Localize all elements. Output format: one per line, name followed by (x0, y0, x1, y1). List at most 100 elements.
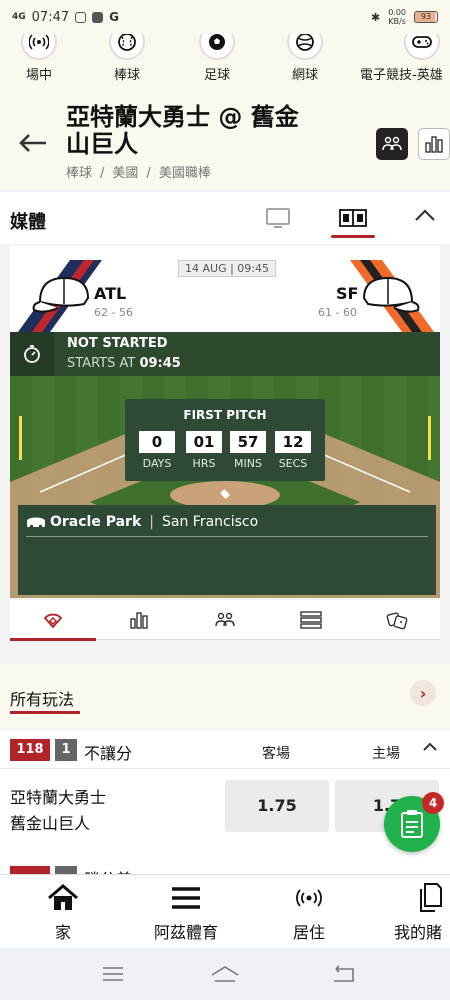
tab-stats[interactable] (96, 608, 182, 632)
chevron-up-icon (423, 742, 437, 751)
stats-button[interactable] (418, 128, 450, 160)
tab-tv[interactable] (256, 202, 300, 234)
tab-lineup[interactable] (182, 608, 268, 632)
away-team-record: 62 - 56 (94, 306, 133, 319)
home-system-button[interactable] (205, 962, 245, 986)
breadcrumb-country[interactable]: 美國 (112, 166, 138, 181)
betslip-count-badge: 4 (422, 792, 444, 814)
tab-field[interactable] (10, 608, 96, 641)
screen-record-icon (75, 11, 87, 23)
home-outline-icon (211, 966, 239, 982)
match-teams: 14 AUG | 09:45 ATL 62 - 56 SF 61 - 60 (10, 246, 440, 332)
baseball-icon (109, 34, 145, 60)
gamepad-icon (404, 34, 440, 60)
sport-tennis[interactable]: 網球 (260, 34, 350, 83)
venue-info: Oracle Park | San Francisco (50, 514, 259, 530)
game-status: NOT STARTED (67, 336, 168, 351)
network-speed: 0.00 KB/s (388, 8, 406, 26)
field-visual: NOT STARTED STARTS AT 09:45 FIRST PITCH … (10, 332, 440, 598)
youtube-icon (92, 11, 104, 23)
recents-icon (103, 967, 123, 981)
next-market-name: 勝分差 (84, 866, 132, 874)
clock: 07:47 (31, 9, 70, 25)
match-date: 14 AUG | 09:45 (178, 260, 276, 277)
tab-scoreboard[interactable] (331, 202, 375, 238)
arrow-left-icon (19, 134, 46, 152)
back-system-icon (334, 965, 354, 982)
betslip-icon (401, 810, 423, 838)
breadcrumb-sport[interactable]: 棒球 (66, 166, 92, 181)
stats-icon (425, 136, 443, 153)
breadcrumb: 棒球 / 美國 / 美國職棒 (66, 166, 211, 181)
live-icon (286, 883, 332, 913)
battery-indicator: 93 (414, 11, 438, 23)
google-icon: G (109, 10, 119, 24)
nav-my-bets[interactable]: 我的賭 (394, 883, 450, 943)
all-plays-tab[interactable]: 所有玩法 (10, 686, 74, 710)
bottom-nav: 家 阿茲體育 居住 我的賭 (0, 874, 450, 948)
stopwatch-icon (10, 332, 54, 376)
away-team-code: ATL (94, 284, 127, 303)
column-home: 主場 (372, 746, 400, 762)
breadcrumb-league[interactable]: 美國職棒 (159, 166, 211, 181)
nav-sports[interactable]: 阿茲體育 (148, 883, 224, 943)
stats-icon (130, 612, 148, 629)
away-cap-icon (32, 272, 92, 320)
market-count-badge: 118 (10, 739, 50, 761)
tennis-icon (287, 34, 323, 60)
sport-live[interactable]: 場中 (0, 34, 84, 83)
nav-live[interactable]: 居住 (286, 883, 332, 943)
lineup-icon (382, 136, 402, 151)
dice-icon (386, 612, 408, 630)
countdown-hours: 01 HRS (182, 431, 226, 470)
home-cap-icon (360, 272, 420, 320)
live-icon (21, 34, 57, 60)
recents-button[interactable] (93, 962, 133, 986)
sports-nav: 場中 棒球 足球 網球 電子競技-英雄 (0, 34, 450, 90)
field-icon (43, 613, 63, 629)
betslip-button[interactable]: 4 (384, 792, 444, 852)
page-title: 亞特蘭大勇士 @ 舊金山巨人 (66, 103, 299, 158)
all-plays-header: 所有玩法 › (0, 664, 450, 728)
countdown-mins: 57 MINS (226, 431, 270, 470)
back-system-button[interactable] (323, 962, 363, 986)
market-moneyline: 118 1 不讓分 客場 主場 亞特蘭大勇士 舊金山巨人 1.75 1.7 (0, 730, 450, 840)
back-button[interactable] (18, 128, 48, 161)
tv-icon (266, 208, 290, 228)
market-index-badge: 1 (55, 739, 77, 761)
venue-panel: Oracle Park | San Francisco (18, 505, 436, 595)
all-plays-next-button[interactable]: › (410, 680, 436, 706)
nav-home[interactable]: 家 (40, 883, 86, 943)
market-next: 勝分差 (0, 840, 450, 874)
collapse-market-button[interactable] (422, 740, 438, 756)
menu-icon (148, 883, 224, 913)
countdown-title: FIRST PITCH (183, 408, 267, 422)
sport-esports[interactable]: 電子競技-英雄 (352, 34, 450, 83)
lineup-button[interactable] (376, 128, 408, 160)
network-indicator: 4G (12, 12, 26, 22)
list-icon (300, 611, 322, 629)
home-team-code: SF (336, 284, 359, 303)
chevron-right-icon: › (419, 683, 427, 703)
media-bar: 媒體 (0, 192, 450, 244)
system-nav-bar (0, 948, 450, 1000)
scoreboard-icon (339, 209, 367, 227)
tab-list[interactable] (268, 608, 354, 632)
chevron-up-icon (415, 209, 435, 221)
soccer-icon (199, 34, 235, 60)
market-team-home: 舊金山巨人 (10, 814, 91, 833)
countdown-panel: FIRST PITCH 0 DAYS 01 HRS 57 MINS 12 SEC… (125, 399, 325, 481)
odds-away-button[interactable]: 1.75 (225, 780, 329, 832)
collapse-media-button[interactable] (414, 206, 436, 227)
stadium-icon (26, 515, 46, 534)
copy-icon (394, 883, 450, 913)
sport-soccer[interactable]: 足球 (172, 34, 262, 83)
tab-dice[interactable] (354, 608, 440, 632)
home-team-record: 61 - 60 (318, 306, 357, 319)
column-away: 客場 (262, 746, 290, 762)
sport-baseball[interactable]: 棒球 (82, 34, 172, 83)
start-time: STARTS AT 09:45 (67, 356, 181, 371)
home-icon (40, 883, 86, 913)
bluetooth-icon: ✱ (370, 10, 381, 24)
lineup-icon (215, 612, 235, 627)
